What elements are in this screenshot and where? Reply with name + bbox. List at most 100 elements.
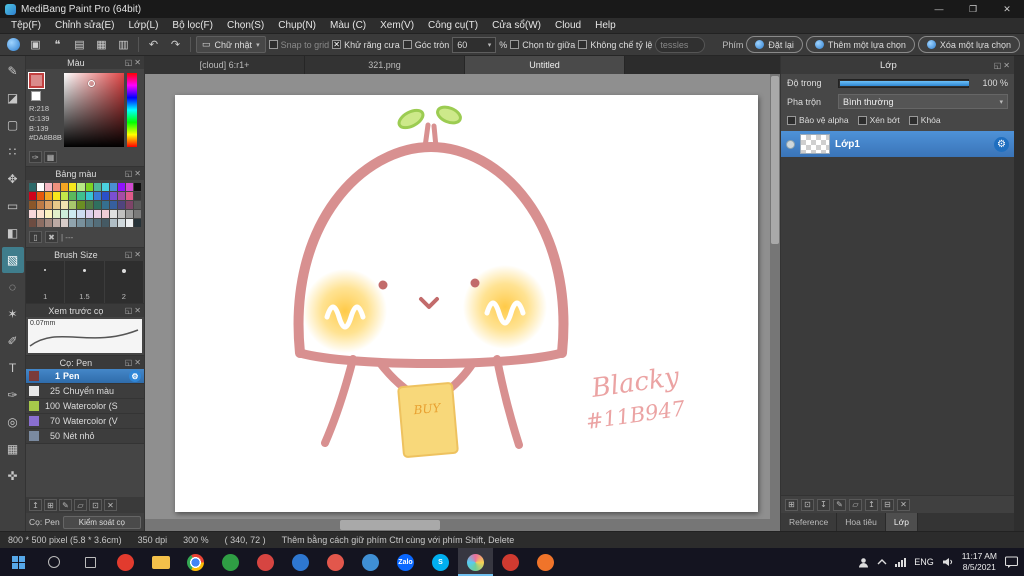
new-folder-icon[interactable]: ▱ bbox=[849, 498, 862, 511]
palette-swatch-68[interactable] bbox=[117, 219, 125, 227]
palette-swatch-61[interactable] bbox=[61, 219, 69, 227]
palette-swatch-9[interactable] bbox=[93, 183, 101, 191]
palette-swatch-37[interactable] bbox=[93, 201, 101, 209]
canvas[interactable]: BUY Blacky #11B947 bbox=[175, 95, 758, 512]
palette-swatch-43[interactable] bbox=[29, 210, 37, 218]
palette-swatch-3[interactable] bbox=[45, 183, 53, 191]
menu-item-9[interactable]: Công cụ(T) bbox=[421, 20, 485, 31]
round-corner-checkbox[interactable]: Góc tròn bbox=[402, 40, 449, 50]
panel-tab-1[interactable]: Reference bbox=[781, 513, 838, 531]
close-icon[interactable]: ✕ bbox=[990, 0, 1024, 18]
snap-to-grid-checkbox[interactable]: Snap to grid bbox=[268, 40, 329, 50]
convert-layer-icon[interactable]: ⊟ bbox=[881, 498, 894, 511]
taskbar-app-skype[interactable]: S bbox=[423, 548, 458, 576]
doc-tab-1[interactable]: [cloud] 6:r1+ bbox=[145, 56, 305, 74]
palette-swatch-8[interactable] bbox=[85, 183, 93, 191]
palette-swatch-36[interactable] bbox=[85, 201, 93, 209]
language-indicator[interactable]: ENG bbox=[914, 557, 934, 567]
palette-swatch-26[interactable] bbox=[117, 192, 125, 200]
taskbar-app-medibang[interactable] bbox=[458, 548, 493, 576]
brush-size-option-3[interactable]: 2 bbox=[105, 261, 144, 303]
clock[interactable]: 11:17 AM 8/5/2021 bbox=[962, 551, 997, 572]
brush-size-option-1[interactable]: 1 bbox=[26, 261, 66, 303]
marquee-tool[interactable]: ▢ bbox=[2, 112, 24, 138]
palette-swatch-66[interactable] bbox=[101, 219, 109, 227]
palette-swatch-69[interactable] bbox=[125, 219, 133, 227]
popout-icon[interactable]: ◱ bbox=[994, 61, 1002, 70]
palette-swatch-30[interactable] bbox=[37, 201, 45, 209]
palette-add-icon[interactable]: ▯ bbox=[29, 231, 42, 243]
material-icon[interactable]: ▥ bbox=[114, 36, 133, 53]
taskbar-app-chrome[interactable] bbox=[178, 548, 213, 576]
volume-icon[interactable] bbox=[942, 557, 954, 567]
brush-item-1[interactable]: 1 Pen ⚙ bbox=[26, 369, 144, 384]
pen-tool[interactable]: ✎ bbox=[2, 58, 24, 84]
palette-swatch-24[interactable] bbox=[101, 192, 109, 200]
grid-toggle-icon[interactable]: ▦ bbox=[92, 36, 111, 53]
palette-swatch-12[interactable] bbox=[117, 183, 125, 191]
palette-swatch-21[interactable] bbox=[77, 192, 85, 200]
palette-swatch-42[interactable] bbox=[133, 201, 141, 209]
brush-settings-icon[interactable]: ⚙ bbox=[129, 370, 141, 382]
menu-item-6[interactable]: Chụp(N) bbox=[271, 20, 323, 31]
redo-icon[interactable]: ↷ bbox=[166, 36, 185, 53]
palette-swatch-44[interactable] bbox=[37, 210, 45, 218]
color-picker-cursor[interactable] bbox=[88, 80, 95, 88]
horizontal-scrollbar-thumb[interactable] bbox=[340, 520, 440, 530]
shape-select-dropdown[interactable]: ▭ Chữ nhật ▾ bbox=[196, 36, 266, 53]
brush-edit-icon[interactable]: ✎ bbox=[59, 499, 72, 511]
foreground-color-swatch[interactable] bbox=[28, 72, 45, 89]
antialias-checkbox[interactable]: ✕ Khử răng cưa bbox=[332, 40, 400, 50]
panel-tab-2[interactable]: Hoa tiêu bbox=[837, 513, 886, 531]
palette-swatch-60[interactable] bbox=[53, 219, 61, 227]
eyedropper-tool[interactable]: ✑ bbox=[2, 382, 24, 408]
network-icon[interactable] bbox=[895, 557, 907, 567]
palette-swatch-4[interactable] bbox=[53, 183, 61, 191]
add-selection-button[interactable]: Thêm một lựa chọn bbox=[805, 36, 915, 53]
shape-tool[interactable]: ▭ bbox=[2, 193, 24, 219]
palette-swatch-5[interactable] bbox=[61, 183, 69, 191]
palette-swatch-29[interactable] bbox=[29, 201, 37, 209]
palette-swatch-56[interactable] bbox=[133, 210, 141, 218]
close-icon[interactable]: ✕ bbox=[134, 169, 141, 178]
palette-swatch-16[interactable] bbox=[37, 192, 45, 200]
layer-list-empty[interactable] bbox=[781, 157, 1014, 495]
brush-item-4[interactable]: 70 Watercolor (V bbox=[26, 414, 144, 429]
palette-swatch-28[interactable] bbox=[133, 192, 141, 200]
taskbar-app-opera[interactable] bbox=[108, 548, 143, 576]
eyedropper-icon[interactable]: ✑ bbox=[29, 151, 42, 163]
remove-selection-button[interactable]: Xóa một lựa chọn bbox=[917, 36, 1020, 53]
palette-swatch-7[interactable] bbox=[77, 183, 85, 191]
palette-swatch-10[interactable] bbox=[101, 183, 109, 191]
palette-swatch-40[interactable] bbox=[117, 201, 125, 209]
menu-item-3[interactable]: Lớp(L) bbox=[122, 20, 166, 31]
palette-swatch-67[interactable] bbox=[109, 219, 117, 227]
move-tool[interactable]: ✥ bbox=[2, 166, 24, 192]
menu-item-8[interactable]: Xem(V) bbox=[373, 20, 421, 31]
palette-swatch-70[interactable] bbox=[133, 219, 141, 227]
search-button[interactable] bbox=[36, 548, 72, 576]
brush-size-option-2[interactable]: 1.5 bbox=[65, 261, 105, 303]
palette-swatch-41[interactable] bbox=[125, 201, 133, 209]
brush-mode-icon[interactable] bbox=[4, 36, 23, 53]
round-corner-input[interactable]: 60 ▾ bbox=[452, 36, 497, 53]
hand-tool[interactable]: ✜ bbox=[2, 463, 24, 489]
merge-down-icon[interactable]: ↧ bbox=[817, 498, 830, 511]
palette-swatch-6[interactable] bbox=[69, 183, 77, 191]
brush-up-icon[interactable]: ↥ bbox=[29, 499, 42, 511]
menu-item-12[interactable]: Help bbox=[588, 20, 623, 31]
layer-settings-icon[interactable]: ⚙ bbox=[994, 136, 1009, 152]
blend-mode-dropdown[interactable]: Bình thường ▾ bbox=[838, 94, 1008, 109]
palette-swatch-59[interactable] bbox=[45, 219, 53, 227]
palette-swatch-2[interactable] bbox=[37, 183, 45, 191]
doc-tab-2[interactable]: 321.png bbox=[305, 56, 465, 74]
taskbar-app-app-red[interactable] bbox=[248, 548, 283, 576]
opacity-slider[interactable] bbox=[838, 78, 969, 88]
menu-item-11[interactable]: Cloud bbox=[548, 20, 588, 31]
color-grid-icon[interactable]: ▦ bbox=[44, 151, 57, 163]
palette-swatch-63[interactable] bbox=[77, 219, 85, 227]
grid-tool[interactable]: ▦ bbox=[2, 436, 24, 462]
duplicate-layer-icon[interactable]: ⊡ bbox=[801, 498, 814, 511]
layer-item-1[interactable]: Lớp1 ⚙ bbox=[781, 131, 1014, 157]
palette-swatch-45[interactable] bbox=[45, 210, 53, 218]
